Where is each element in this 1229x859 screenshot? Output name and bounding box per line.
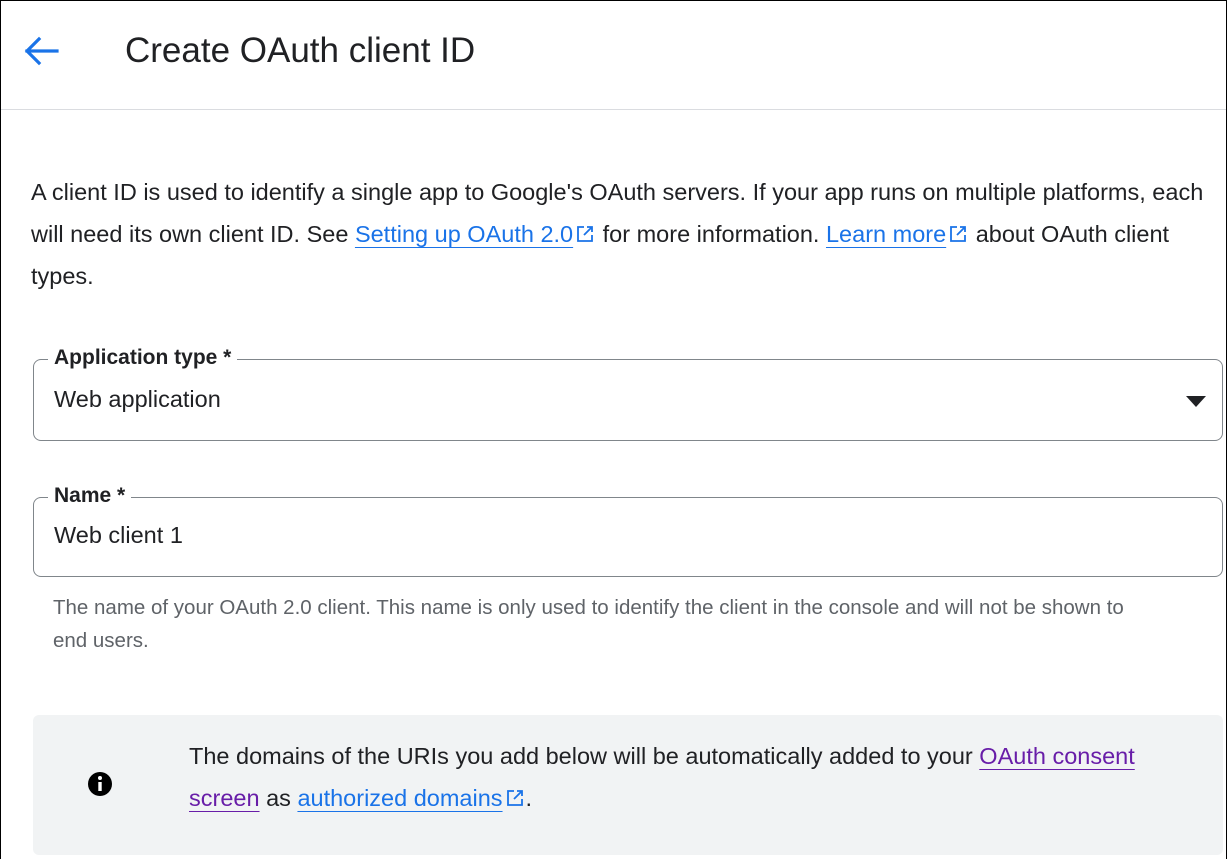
open-in-new-icon <box>577 226 594 242</box>
page-title: Create OAuth client ID <box>125 31 476 70</box>
open-in-new-icon <box>950 226 967 242</box>
open-in-new-icon <box>506 790 523 806</box>
learn-more-link-label: Learn more <box>825 221 947 247</box>
page-frame: Create OAuth client ID A client ID is us… <box>0 0 1227 859</box>
page-header: Create OAuth client ID <box>1 1 1226 110</box>
setting-up-oauth-link[interactable]: Setting up OAuth 2.0 <box>355 221 596 247</box>
arrow-back-icon <box>24 36 59 66</box>
info-icon <box>88 772 112 796</box>
authorized-domains-link-label: authorized domains <box>297 785 503 811</box>
intro-paragraph: A client ID is used to identify a single… <box>31 171 1211 297</box>
name-field[interactable]: Name * <box>33 483 1223 577</box>
setting-up-oauth-link-label: Setting up OAuth 2.0 <box>354 221 574 247</box>
authorized-domains-link[interactable]: authorized domains <box>297 785 525 811</box>
application-type-label: Application type * <box>48 345 238 371</box>
callout-text-2: as <box>259 785 298 811</box>
callout-text-1: The domains of the URIs you add below wi… <box>189 743 980 769</box>
name-hint: The name of your OAuth 2.0 client. This … <box>53 596 1124 652</box>
application-type-value: Web application <box>54 386 221 412</box>
back-button[interactable] <box>21 31 61 71</box>
name-input[interactable] <box>54 520 1174 550</box>
learn-more-link[interactable]: Learn more <box>826 221 969 247</box>
callout-text: The domains of the URIs you add below wi… <box>189 735 1189 819</box>
arrow-drop-down-icon <box>1186 396 1206 407</box>
intro-text-2: for more information. <box>596 221 826 247</box>
info-callout: The domains of the URIs you add below wi… <box>33 715 1223 855</box>
name-label: Name * <box>48 483 132 509</box>
callout-text-3: . <box>525 785 533 811</box>
application-type-select[interactable]: Application type * Web application <box>33 345 1223 441</box>
